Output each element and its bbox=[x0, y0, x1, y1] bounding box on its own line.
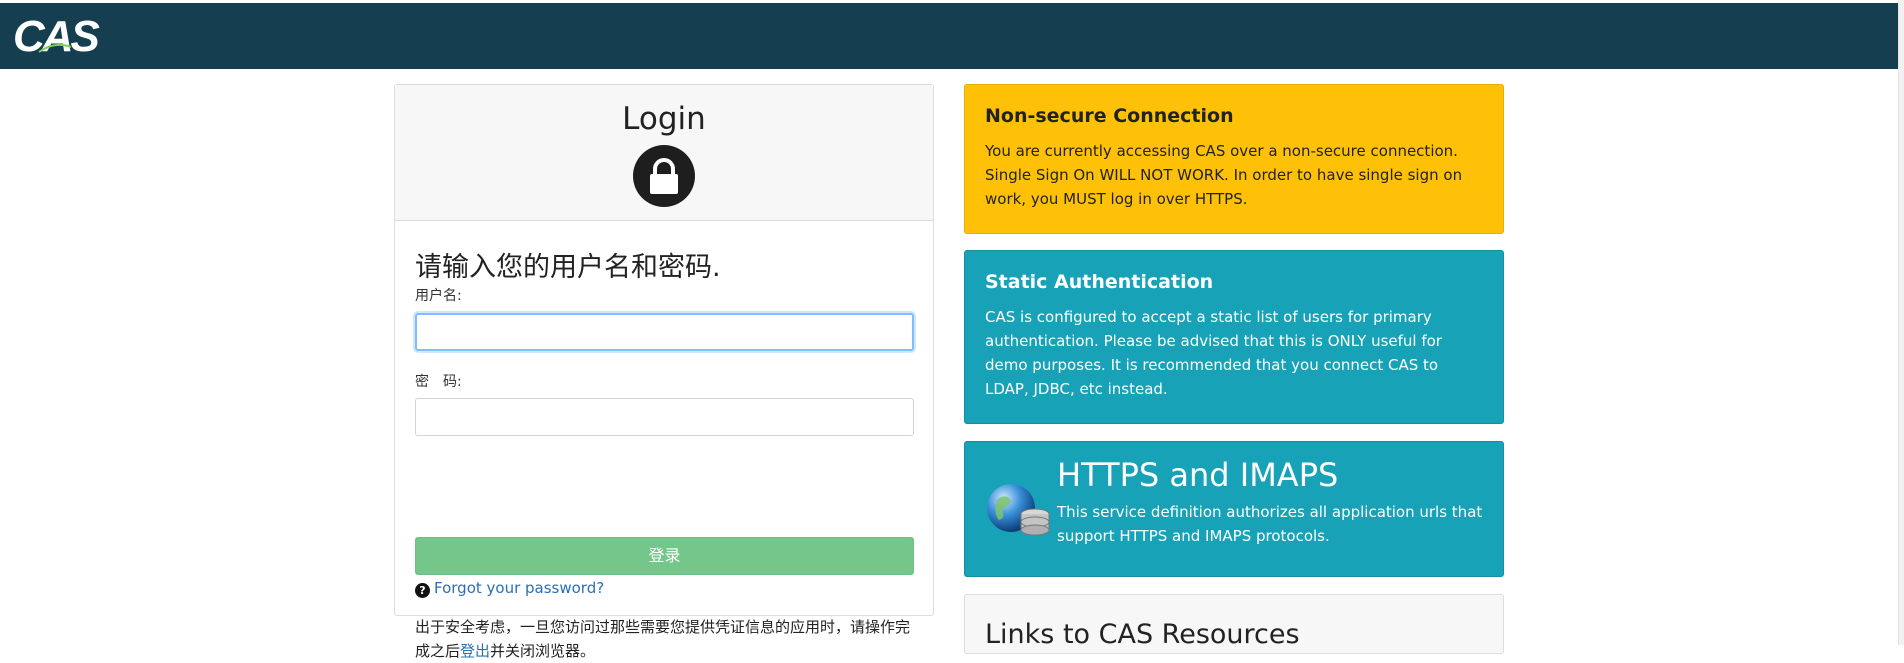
security-note: 出于安全考虑，一旦您访问过那些需要您提供凭证信息的应用时，请操作完成之后登出并关… bbox=[415, 615, 915, 663]
static-auth-text: CAS is configured to accept a static lis… bbox=[985, 308, 1442, 398]
cas-resources-title: Links to CAS Resources bbox=[985, 619, 1300, 650]
globe-database-icon bbox=[987, 484, 1050, 536]
service-text: This service definition authorizes all a… bbox=[1057, 503, 1483, 545]
login-title: Login bbox=[622, 101, 706, 137]
cas-resources-card: Links to CAS Resources bbox=[964, 594, 1504, 654]
login-submit-button[interactable]: 登录 bbox=[415, 537, 914, 575]
password-label: 密 码: bbox=[415, 374, 462, 390]
service-title: HTTPS and IMAPS bbox=[1057, 456, 1339, 494]
question-circle-icon: ? bbox=[415, 583, 430, 598]
cas-logo[interactable]: CAS bbox=[13, 12, 100, 62]
lock-icon bbox=[633, 145, 695, 207]
nonsecure-connection-alert: Non-secure Connection You are currently … bbox=[964, 84, 1504, 234]
logo-swoosh-icon bbox=[38, 43, 72, 53]
static-authentication-alert: Static Authentication CAS is configured … bbox=[964, 250, 1504, 424]
forgot-password: ? Forgot your password? bbox=[415, 579, 604, 598]
username-input[interactable] bbox=[415, 313, 914, 351]
forgot-password-link[interactable]: Forgot your password? bbox=[434, 579, 604, 597]
login-prompt: 请输入您的用户名和密码. bbox=[415, 252, 721, 283]
login-panel: Login 请输入您的用户名和密码. 用户名: 密 码: 登录 ? Forgot … bbox=[394, 84, 934, 660]
top-navbar: CAS bbox=[0, 3, 1904, 69]
page-scrollbar[interactable] bbox=[1898, 0, 1904, 645]
password-input[interactable] bbox=[415, 398, 914, 436]
nonsecure-title: Non-secure Connection bbox=[985, 105, 1234, 127]
static-auth-title: Static Authentication bbox=[985, 271, 1214, 293]
service-definition-card: HTTPS and IMAPS This service definition … bbox=[964, 441, 1504, 577]
username-label: 用户名: bbox=[415, 288, 462, 304]
login-header: Login bbox=[395, 85, 933, 221]
nonsecure-text: You are currently accessing CAS over a n… bbox=[985, 142, 1463, 208]
